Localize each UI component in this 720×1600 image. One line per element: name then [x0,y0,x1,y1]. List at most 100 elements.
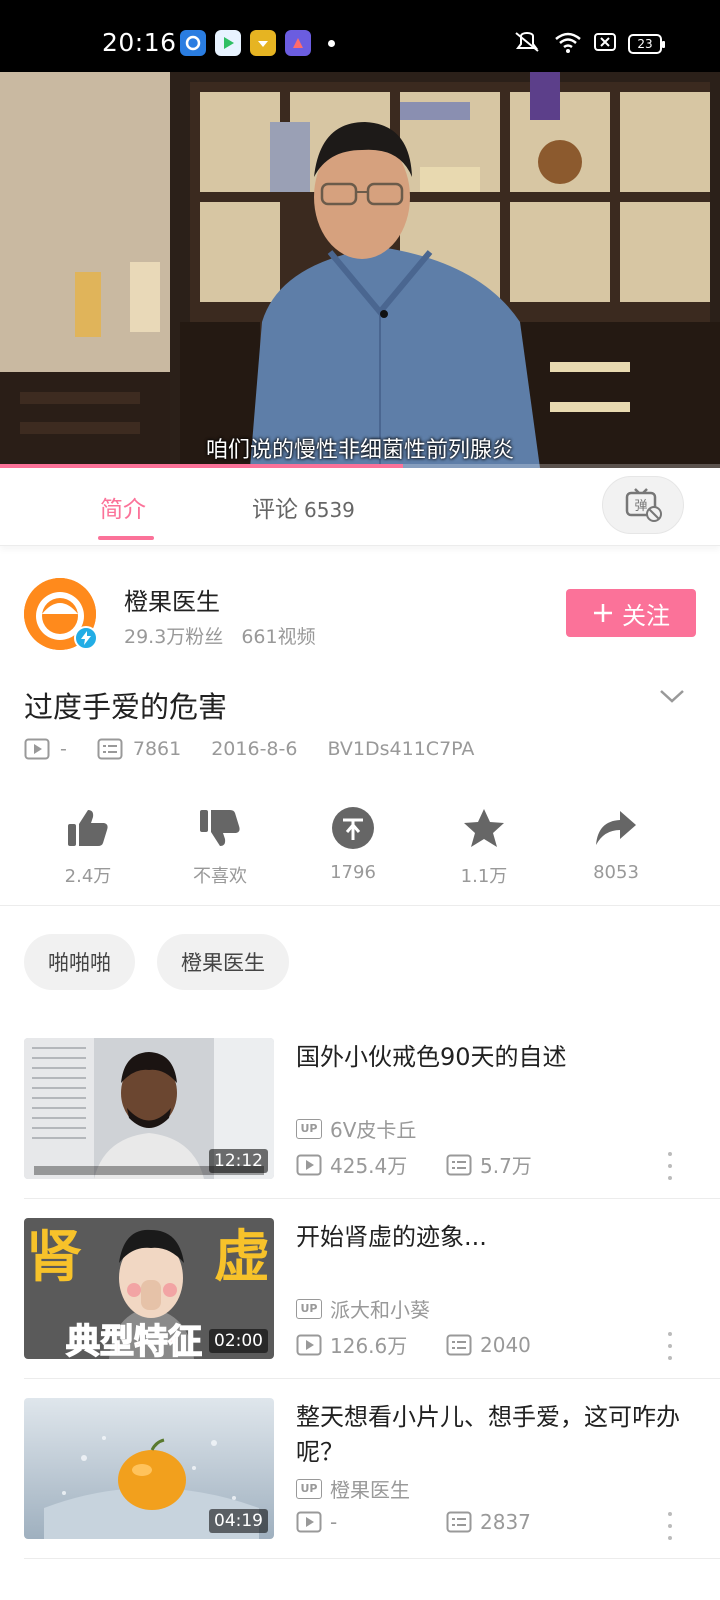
danmaku-count-icon [97,738,123,760]
video-duration: 12:12 [209,1149,268,1173]
more-options-icon[interactable] [664,1152,676,1180]
section-divider [0,905,720,906]
chevron-down-icon [660,690,684,703]
danmaku-count-icon [446,1511,472,1533]
dislike-label: 不喜欢 [193,866,247,887]
video-thumbnail: 04:19 [24,1398,274,1539]
coin-button[interactable]: 1796 [303,800,403,883]
related-danmaku: 2837 [480,1510,531,1534]
related-views: 425.4万 [330,1154,408,1178]
danmaku-count-icon [446,1154,472,1175]
battery-icon: 23 [628,34,665,54]
tag-chip[interactable]: 啪啪啪 [24,934,135,990]
thumbs-down-icon [200,810,240,846]
tab-intro[interactable]: 简介 [100,490,146,524]
danmaku-count-icon [446,1334,472,1355]
like-count: 2.4万 [64,866,112,887]
uploader-name[interactable]: 橙果医生 [124,582,220,617]
video-danmaku-count: 7861 [132,738,182,760]
play-app-notification-icon [215,30,241,56]
uploader-card: 橙果医生 29.3万粉丝 661视频 关注 [24,578,696,658]
video-meta: - 7861 2016-8-6 BV1Ds411C7PA [24,738,474,760]
more-options-icon[interactable] [664,1332,676,1360]
app-notification-icon [180,30,206,56]
tag-chip[interactable]: 橙果医生 [157,934,289,990]
video-frame [0,72,720,468]
app-notification-icon-2 [285,30,311,56]
related-video-stats: - 2837 [296,1510,531,1534]
related-video-title: 开始肾虚的迹象... [296,1223,487,1251]
video-title: 过度手爱的危害 [24,690,228,724]
play-count-icon [296,1511,322,1533]
tab-comments-count: 6539 [304,498,355,522]
thumbnail-text-bottom: 典型特征 [66,1322,202,1359]
related-video-uploader: UP 派大和小葵 [296,1294,430,1323]
play-count-icon [296,1154,322,1175]
video-views: - [60,738,67,760]
related-video-stats: 425.4万 5.7万 [296,1150,532,1179]
related-danmaku: 5.7万 [480,1154,532,1178]
uploader-video-count: 661视频 [241,626,316,648]
content-tabs: 简介 评论 6539 弹 [0,468,720,546]
tab-active-indicator [98,536,154,540]
related-video-uploader: UP 6V皮卡丘 [296,1114,416,1143]
related-video-item[interactable]: 12:12 国外小伙戒色90天的自述 UP 6V皮卡丘 425.4万 5.7万 [0,1020,720,1200]
shop-app-notification-icon [250,30,276,56]
video-duration: 04:19 [209,1509,268,1533]
follow-button[interactable]: 关注 [566,589,696,637]
dislike-button[interactable]: 不喜欢 [170,800,270,888]
mute-icon [512,30,542,58]
favorite-count: 1.1万 [460,866,508,887]
plus-icon [594,604,612,622]
related-video-title: 国外小伙戒色90天的自述 [296,1043,567,1071]
status-time: 20:16 [102,28,177,57]
related-views: - [330,1510,338,1534]
video-subtitle: 咱们说的慢性非细菌性前列腺炎 [205,438,514,463]
tab-comments[interactable]: 评论 6539 [252,490,355,524]
up-badge-icon: UP [296,1298,322,1319]
thumbnail-text-right: 虚 [214,1225,270,1290]
verified-badge-icon [74,626,98,650]
share-icon [596,811,636,845]
svg-text:弹: 弹 [634,499,647,514]
star-icon [464,809,504,847]
follow-label: 关注 [622,601,670,630]
play-count-icon [296,1334,322,1355]
related-uploader-name: 派大和小葵 [330,1298,430,1322]
thumbs-up-icon [68,810,108,846]
up-badge-icon: UP [296,1118,322,1139]
up-badge-icon: UP [296,1478,322,1499]
related-uploader-name: 6V皮卡丘 [330,1118,417,1142]
video-duration: 02:00 [209,1329,268,1353]
system-icons: 23 [512,30,665,58]
danmaku-toggle-button[interactable]: 弹 [602,476,684,534]
expand-description-button[interactable] [658,686,686,710]
video-thumbnail: 肾 虚 典型特征 02:00 [24,1218,274,1359]
list-divider [24,1198,720,1199]
uploader-stats: 29.3万粉丝 661视频 [124,622,316,649]
like-button[interactable]: 2.4万 [38,800,138,888]
danmaku-off-icon: 弹 [625,488,662,522]
related-video-uploader: UP 橙果医生 [296,1474,410,1503]
related-video-title: 整天想看小片儿、想手爱，这可咋办呢？ [296,1403,680,1466]
related-video-stats: 126.6万 2040 [296,1330,531,1359]
list-divider [24,1558,720,1559]
video-player[interactable]: 咱们说的慢性非细菌性前列腺炎 [0,72,720,468]
related-views: 126.6万 [330,1334,408,1358]
list-divider [24,1378,720,1379]
coin-icon [332,807,374,849]
uploader-fans: 29.3万粉丝 [124,626,224,648]
share-count: 8053 [593,862,639,883]
share-button[interactable]: 8053 [566,800,666,883]
favorite-button[interactable]: 1.1万 [434,800,534,888]
more-notifications-dot [328,39,335,47]
thumbnail-text-left: 肾 [26,1225,82,1290]
video-thumbnail: 12:12 [24,1038,274,1179]
sim-icon [594,32,616,56]
video-date: 2016-8-6 [211,738,298,760]
status-bar: 20:16 23 [0,0,720,72]
related-video-item[interactable]: 肾 虚 典型特征 02:00 开始肾虚的迹象... UP 派大和小葵 126.6… [0,1200,720,1380]
more-options-icon[interactable] [664,1512,676,1540]
related-video-item[interactable]: 04:19 整天想看小片儿、想手爱，这可咋办呢？ UP 橙果医生 - 2837 [0,1380,720,1560]
notification-icons [180,30,335,56]
